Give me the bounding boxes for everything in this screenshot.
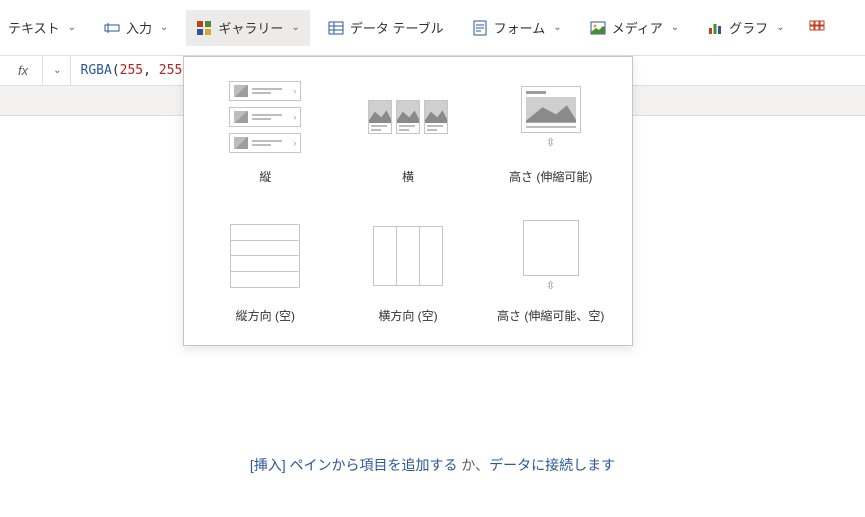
gallery-option-flex-height[interactable]: ⇳ 高さ (伸縮可能) bbox=[479, 77, 622, 186]
ribbon-media[interactable]: メディア ⌄ bbox=[580, 10, 689, 46]
input-icon bbox=[104, 20, 120, 36]
chevron-down-icon: ⌄ bbox=[53, 65, 61, 76]
ribbon-input-label: 入力 bbox=[126, 18, 152, 37]
datatable-icon bbox=[328, 20, 344, 36]
chevron-down-icon: ⌄ bbox=[553, 22, 561, 33]
gallery-option-flex-height-empty[interactable]: ⇳ 高さ (伸縮可能、空) bbox=[479, 216, 622, 325]
gallery-option-horizontal[interactable]: 横 bbox=[337, 77, 480, 186]
chevron-down-icon: ⌄ bbox=[776, 22, 784, 33]
comma: , bbox=[143, 63, 159, 78]
fx-expand[interactable]: ⌄ bbox=[43, 56, 70, 85]
gallery-option-vertical-empty[interactable]: 縦方向 (空) bbox=[194, 216, 337, 325]
preview-flex-height-empty: ⇳ bbox=[511, 216, 591, 296]
gallery-option-horizontal-empty[interactable]: 横方向 (空) bbox=[337, 216, 480, 325]
empty-canvas-helper: [挿入] ペインから項目を追加する か、データに接続します bbox=[0, 455, 865, 475]
resize-icon: ⇳ bbox=[546, 138, 555, 149]
chevron-down-icon: ⌄ bbox=[671, 22, 679, 33]
gallery-dropdown: › › › 縦 横 ⇳ 高さ (伸縮可能) 縦方向 bbox=[183, 56, 633, 346]
ribbon-text[interactable]: テキスト ⌄ bbox=[0, 10, 86, 46]
preview-horizontal-empty bbox=[368, 216, 448, 296]
helper-link-insert-pane[interactable]: [挿入] ペインから項目を追加する bbox=[250, 457, 458, 473]
ribbon-chart[interactable]: グラフ ⌄ bbox=[697, 10, 794, 46]
gallery-option-vertical[interactable]: › › › 縦 bbox=[194, 77, 337, 186]
form-icon bbox=[472, 20, 488, 36]
grid-icon bbox=[809, 20, 825, 36]
gallery-label-vertical: 縦 bbox=[259, 169, 271, 186]
preview-vertical: › › › bbox=[225, 77, 305, 157]
insert-ribbon: テキスト ⌄ 入力 ⌄ ギャラリー ⌄ データ テーブル フォーム ⌄ bbox=[0, 0, 865, 56]
chart-icon bbox=[707, 20, 723, 36]
paren: ( bbox=[112, 63, 120, 78]
chevron-down-icon: ⌄ bbox=[291, 22, 299, 33]
gallery-label-flex-height: 高さ (伸縮可能) bbox=[509, 169, 592, 186]
gallery-label-horizontal: 横 bbox=[402, 169, 414, 186]
helper-mid: か、 bbox=[458, 457, 490, 473]
ribbon-form-label: フォーム bbox=[494, 18, 546, 37]
helper-link-connect-data[interactable]: データに接続します bbox=[489, 457, 615, 473]
ribbon-more[interactable] bbox=[803, 10, 831, 46]
ribbon-gallery-label: ギャラリー bbox=[218, 18, 283, 37]
formula-fn: RGBA bbox=[81, 63, 112, 78]
ribbon-datatable[interactable]: データ テーブル bbox=[318, 10, 454, 46]
ribbon-input[interactable]: 入力 ⌄ bbox=[94, 10, 178, 46]
media-icon bbox=[590, 20, 606, 36]
preview-horizontal bbox=[368, 77, 448, 157]
formula-arg2: 255 bbox=[159, 63, 182, 78]
gallery-label-horizontal-empty: 横方向 (空) bbox=[378, 308, 437, 325]
gallery-label-flex-height-empty: 高さ (伸縮可能、空) bbox=[497, 308, 604, 325]
preview-flex-height: ⇳ bbox=[511, 77, 591, 157]
formula-input[interactable]: RGBA(255, 255 bbox=[71, 63, 193, 78]
ribbon-gallery[interactable]: ギャラリー ⌄ bbox=[186, 10, 309, 46]
gallery-icon bbox=[196, 20, 212, 36]
chevron-down-icon: ⌄ bbox=[68, 22, 76, 33]
ribbon-chart-label: グラフ bbox=[729, 18, 768, 37]
fx-label: fx bbox=[0, 56, 43, 85]
ribbon-media-label: メディア bbox=[612, 18, 663, 37]
chevron-down-icon: ⌄ bbox=[160, 22, 168, 33]
formula-arg1: 255 bbox=[120, 63, 143, 78]
gallery-label-vertical-empty: 縦方向 (空) bbox=[236, 308, 295, 325]
preview-vertical-empty bbox=[225, 216, 305, 296]
resize-icon: ⇳ bbox=[546, 281, 555, 292]
ribbon-form[interactable]: フォーム ⌄ bbox=[462, 10, 572, 46]
ribbon-datatable-label: データ テーブル bbox=[350, 18, 444, 37]
ribbon-text-label: テキスト bbox=[8, 18, 60, 37]
